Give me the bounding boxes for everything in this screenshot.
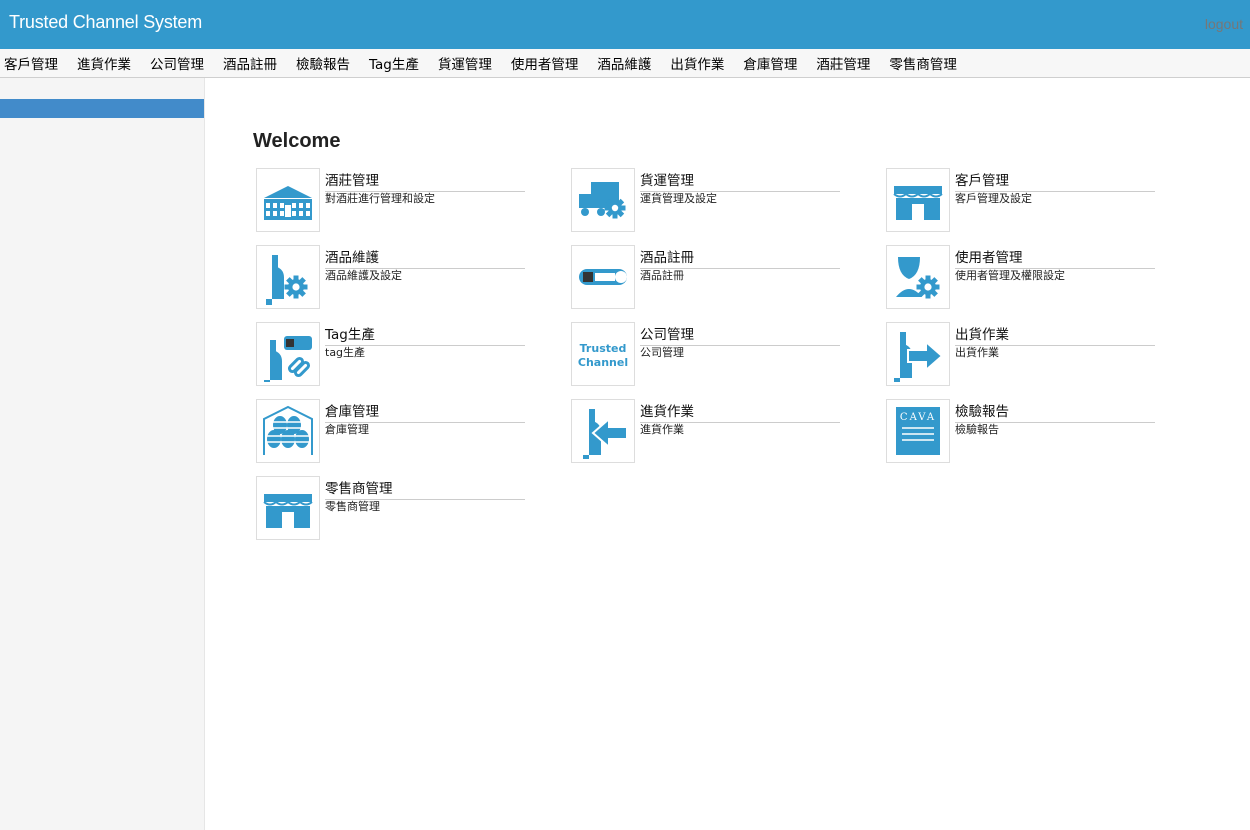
menu-item[interactable]: 使用者管理 (506, 53, 584, 73)
tile-description: 對酒莊進行管理和設定 (325, 192, 435, 205)
menu-item[interactable]: 公司管理 (145, 53, 209, 73)
module-tile[interactable]: 出貨作業 出貨作業 (886, 322, 1156, 386)
tile-description: 酒品註冊 (640, 269, 684, 282)
cava-text: CAVA (900, 412, 936, 423)
logo-text: Channel (578, 356, 628, 369)
module-tile[interactable]: Trusted Channel 公司管理 公司管理 (571, 322, 841, 386)
storefront-icon[interactable] (256, 476, 320, 540)
tile-title[interactable]: 酒品維護 (325, 246, 525, 269)
tile-description: 使用者管理及權限設定 (955, 269, 1065, 282)
menu-item[interactable]: 零售商管理 (884, 53, 962, 73)
tile-title[interactable]: 貨運管理 (640, 169, 840, 192)
menu-item[interactable]: Tag生產 (364, 53, 424, 73)
top-header: Trusted Channel System logout (0, 0, 1250, 49)
tile-title[interactable]: 使用者管理 (955, 246, 1155, 269)
tile-description: 進貨作業 (640, 423, 684, 436)
sidebar (0, 78, 205, 830)
tag-label-icon[interactable] (571, 245, 635, 309)
truck-gear-icon[interactable] (571, 168, 635, 232)
logout-link[interactable]: logout (1205, 16, 1243, 32)
app-title: Trusted Channel System (9, 12, 203, 32)
module-tile[interactable]: 酒品維護 酒品維護及設定 (256, 245, 526, 309)
menu-item[interactable]: 出貨作業 (665, 53, 729, 73)
tile-title[interactable]: 進貨作業 (640, 400, 840, 423)
tile-description: 客戶管理及設定 (955, 192, 1032, 205)
tile-title[interactable]: 酒莊管理 (325, 169, 525, 192)
module-tile[interactable]: CAVA 檢驗報告 檢驗報告 (886, 399, 1156, 463)
menu-item[interactable]: 酒品註冊 (218, 53, 282, 73)
tile-title[interactable]: 客戶管理 (955, 169, 1155, 192)
module-tile[interactable]: 使用者管理 使用者管理及權限設定 (886, 245, 1156, 309)
menu-item[interactable]: 貨運管理 (433, 53, 497, 73)
module-tile[interactable]: 零售商管理 零售商管理 (256, 476, 526, 540)
tile-description: 酒品維護及設定 (325, 269, 402, 282)
module-tile[interactable]: 進貨作業 進貨作業 (571, 399, 841, 463)
storefront-icon[interactable] (886, 168, 950, 232)
bottle-arrow-out-icon[interactable] (886, 322, 950, 386)
tile-description: 運貨管理及設定 (640, 192, 717, 205)
sidebar-active-item[interactable] (0, 99, 204, 118)
tile-description: tag生產 (325, 346, 366, 359)
warehouse-barrels-icon[interactable] (256, 399, 320, 463)
bottle-gear-icon[interactable] (256, 245, 320, 309)
menu-item[interactable]: 進貨作業 (72, 53, 136, 73)
tile-title[interactable]: 檢驗報告 (955, 400, 1155, 423)
tile-title[interactable]: 公司管理 (640, 323, 840, 346)
module-tile[interactable]: 酒莊管理 對酒莊進行管理和設定 (256, 168, 526, 232)
bottle-tag-link-icon[interactable] (256, 322, 320, 386)
menu-item[interactable]: 倉庫管理 (738, 53, 802, 73)
tile-title[interactable]: 出貨作業 (955, 323, 1155, 346)
menu-item[interactable]: 客戶管理 (0, 53, 63, 73)
tile-title[interactable]: Tag生產 (325, 323, 525, 346)
user-gear-icon[interactable] (886, 245, 950, 309)
cava-report-icon[interactable]: CAVA (886, 399, 950, 463)
tile-title[interactable]: 零售商管理 (325, 477, 525, 500)
tile-description: 公司管理 (640, 346, 684, 359)
module-tile[interactable]: 客戶管理 客戶管理及設定 (886, 168, 1156, 232)
module-tile[interactable]: 倉庫管理 倉庫管理 (256, 399, 526, 463)
menu-item[interactable]: 酒莊管理 (811, 53, 875, 73)
module-tile[interactable]: 酒品註冊 酒品註冊 (571, 245, 841, 309)
main-menu: 客戶管理 進貨作業 公司管理 酒品註冊 檢驗報告 Tag生產 貨運管理 使用者管理 酒品維護 出貨… (0, 49, 1250, 78)
tile-title[interactable]: 倉庫管理 (325, 400, 525, 423)
welcome-heading: Welcome (253, 130, 341, 152)
tile-description: 檢驗報告 (955, 423, 999, 436)
module-tile[interactable]: 貨運管理 運貨管理及設定 (571, 168, 841, 232)
tile-description: 出貨作業 (955, 346, 999, 359)
bottle-arrow-in-icon[interactable] (571, 399, 635, 463)
tile-title[interactable]: 酒品註冊 (640, 246, 840, 269)
winery-building-icon[interactable] (256, 168, 320, 232)
logo-text: Trusted (580, 342, 627, 355)
tile-description: 零售商管理 (325, 500, 380, 513)
module-tile[interactable]: Tag生產 tag生產 (256, 322, 526, 386)
tile-description: 倉庫管理 (325, 423, 369, 436)
trusted-channel-logo-icon[interactable]: Trusted Channel (571, 322, 635, 386)
menu-item[interactable]: 檢驗報告 (291, 53, 355, 73)
menu-item[interactable]: 酒品維護 (592, 53, 656, 73)
